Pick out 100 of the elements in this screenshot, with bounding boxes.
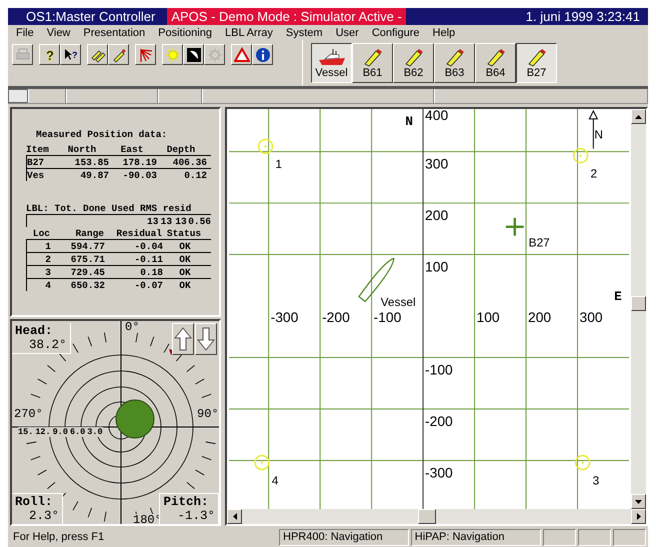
axis-label: -200 xyxy=(425,412,453,429)
range-label: 15. xyxy=(18,427,34,437)
table-cell-text: 729.45 xyxy=(70,266,105,278)
roll-label: Roll: xyxy=(15,495,54,509)
beacon-button[interactable]: B61 xyxy=(352,43,393,83)
ship-icon xyxy=(316,47,346,67)
column-header: Depth xyxy=(166,144,196,154)
table-cell-text: -0.07 xyxy=(133,280,163,290)
axis-label: 300 xyxy=(425,155,448,172)
date-time: 1. juni 1999 3:23:41 xyxy=(526,9,641,24)
down-arrow-button[interactable] xyxy=(195,323,217,355)
pencil-icon xyxy=(110,46,126,62)
menu-item[interactable]: System xyxy=(286,26,323,38)
axis-label: -200 xyxy=(322,308,350,325)
menu-item[interactable]: Help xyxy=(432,26,456,38)
menu-item[interactable]: User xyxy=(336,26,359,38)
beacon-button[interactable]: B27 xyxy=(516,43,557,83)
table-cell-text: 0.18 xyxy=(139,266,163,278)
table-cell-text: OK xyxy=(178,280,192,290)
scroll-down-button[interactable] xyxy=(631,494,646,509)
pitch-label: Pitch: xyxy=(163,495,210,509)
sun-icon xyxy=(164,46,180,62)
axis-label: 300 xyxy=(580,308,603,325)
axis-label: 100 xyxy=(476,308,500,325)
table-cell-text: 13 xyxy=(174,216,187,226)
target-cross-icon xyxy=(504,216,525,237)
vessel-button[interactable]: Vessel xyxy=(311,43,352,83)
table-cell-text: -0.04 xyxy=(133,240,163,252)
east-label: E xyxy=(614,289,622,304)
menu-item[interactable]: Presentation xyxy=(83,26,146,38)
pencil-button[interactable] xyxy=(108,44,129,65)
scroll-thumb[interactable] xyxy=(418,509,436,524)
column-header: Item xyxy=(26,144,50,154)
up-arrow-icon xyxy=(635,114,642,118)
scroll-thumb[interactable] xyxy=(631,296,646,311)
pencils-button[interactable] xyxy=(87,44,108,65)
table-cell-text: 4 xyxy=(44,280,51,290)
axis-label: -100 xyxy=(425,361,453,378)
up-arrow-button[interactable] xyxy=(172,323,194,355)
axis-label: -300 xyxy=(425,464,453,480)
info-icon xyxy=(254,46,270,62)
table-cell-text: 675.71 xyxy=(70,254,105,264)
status-field: HPR400: Navigation xyxy=(279,529,409,546)
table-cell-text: OK xyxy=(178,266,192,278)
table-cell-text: 650.32 xyxy=(70,280,105,290)
vessel-label: Vessel xyxy=(380,295,416,310)
bearing-label: 90° xyxy=(197,408,219,420)
scroll-up-button[interactable] xyxy=(631,109,646,124)
axis-label: 100 xyxy=(425,258,448,274)
table-cell-text: -90.03 xyxy=(122,170,157,180)
beacon-button[interactable]: B62 xyxy=(393,43,434,83)
antenna-button[interactable] xyxy=(135,44,156,65)
menu-item[interactable]: View xyxy=(46,26,70,38)
transponder-icon xyxy=(575,454,590,470)
column-header: Range xyxy=(74,228,104,238)
gear-icon xyxy=(206,46,222,62)
beacon-button[interactable]: B64 xyxy=(475,43,516,83)
transponder-icon xyxy=(254,454,270,470)
north-label: N xyxy=(594,128,603,142)
vertical-scrollbar[interactable] xyxy=(631,109,646,509)
lbl-header: LBL: Tot. Done Used RMS resid xyxy=(26,203,192,214)
beacon-button[interactable]: B63 xyxy=(434,43,475,83)
table-cell-text: OK xyxy=(178,254,192,264)
pitch-value: -1.3° xyxy=(176,509,215,523)
heading-label: Head: xyxy=(15,324,54,338)
left-arrow-icon xyxy=(232,513,236,520)
table-cell-text: 13 xyxy=(160,216,172,226)
contrast-button[interactable] xyxy=(183,44,204,65)
right-arrow-icon xyxy=(636,513,640,520)
scroll-left-button[interactable] xyxy=(227,509,242,524)
menu-item[interactable]: File xyxy=(16,26,34,38)
panel-title: Measured Position data: xyxy=(35,129,168,140)
status-field xyxy=(542,529,576,546)
table-cell-text: Ves xyxy=(27,170,46,180)
transponder-icon xyxy=(572,148,588,164)
status-field xyxy=(612,529,646,546)
down-arrow-icon xyxy=(635,500,642,504)
menu-item[interactable]: Configure xyxy=(372,26,420,38)
alarm-button[interactable] xyxy=(231,44,252,65)
table-cell-text: 1 xyxy=(44,240,51,252)
info-button[interactable] xyxy=(252,44,273,65)
table-cell-text: B27 xyxy=(27,156,46,168)
contrast-icon xyxy=(186,46,202,62)
scroll-right-button[interactable] xyxy=(631,509,646,524)
table-cell-text: 178.19 xyxy=(122,156,157,168)
axis-label: -300 xyxy=(270,308,298,325)
sun-button[interactable] xyxy=(162,44,183,65)
strip-button[interactable] xyxy=(8,89,28,103)
table-cell-text: 3 xyxy=(44,266,51,278)
mode-banner: APOS - Demo Mode : Simulator Active - xyxy=(167,8,406,25)
table-cell-text: -0.11 xyxy=(133,254,163,264)
axis-label: 200 xyxy=(425,206,448,223)
window-title: OS1:Master Controller xyxy=(25,9,156,24)
transponder-label: 3 xyxy=(592,473,600,488)
transponder-label: 1 xyxy=(275,157,282,172)
menu-item[interactable]: Positioning xyxy=(158,26,212,38)
menu-item[interactable]: LBL Array xyxy=(224,26,273,38)
status-field: HiPAP: Navigation xyxy=(410,529,541,546)
horizontal-scrollbar[interactable] xyxy=(227,509,646,524)
transponder-icon xyxy=(258,138,274,154)
